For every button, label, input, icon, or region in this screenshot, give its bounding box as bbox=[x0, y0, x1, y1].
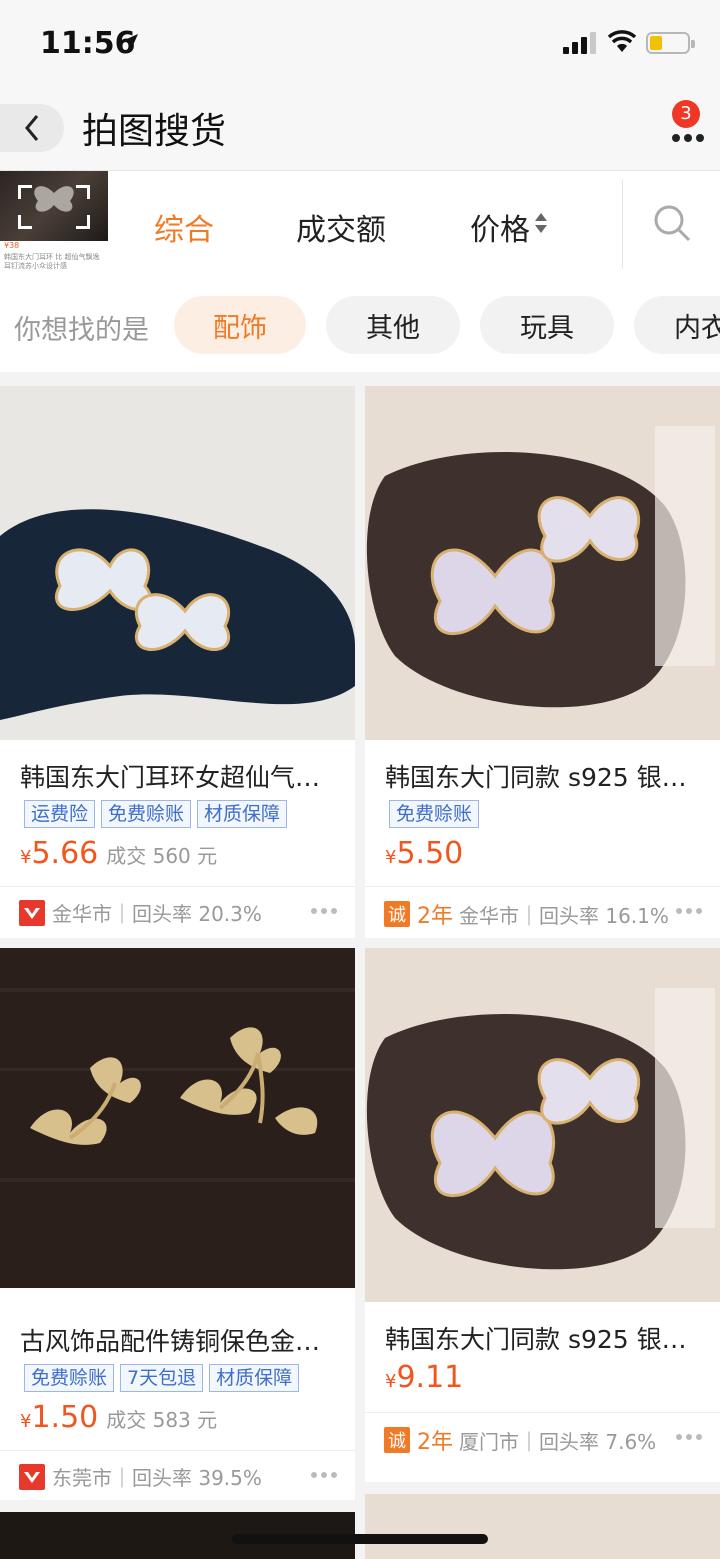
tag-free-credit: 免费赊账 bbox=[24, 1364, 115, 1392]
tag-freight-insurance: 运费险 bbox=[24, 800, 96, 828]
product-price: ¥1.50 成交 583 元 bbox=[20, 1400, 217, 1435]
shop-badge-icon bbox=[18, 1463, 46, 1491]
search-image-thumbnail[interactable]: ¥38 韩国东大门耳环 比 超仙气飘逸耳钉流苏小众设计感 bbox=[0, 171, 108, 275]
sort-tab-price[interactable]: 价格 bbox=[470, 205, 530, 249]
filter-chip-accessories[interactable]: 配饰 bbox=[174, 296, 306, 354]
status-bar: 11:56 bbox=[0, 0, 720, 88]
product-price: ¥9.11 bbox=[385, 1360, 463, 1395]
shop-years: 2年 bbox=[417, 1430, 453, 1455]
filter-chip-other[interactable]: 其他 bbox=[326, 296, 460, 354]
product-title: 韩国东大门同款 s925 银… bbox=[385, 763, 687, 792]
product-card[interactable]: 韩国东大门同款 s925 银… 免费赊账 ¥5.50 诚 2年 金华市｜回头率 … bbox=[365, 386, 720, 938]
currency-symbol: ¥ bbox=[20, 847, 32, 868]
battery-icon bbox=[646, 32, 695, 54]
product-title: 韩国东大门同款 s925 银… bbox=[385, 1325, 687, 1354]
sort-arrows-icon bbox=[535, 213, 547, 233]
divider bbox=[0, 1450, 355, 1451]
cellular-signal-icon bbox=[563, 32, 599, 54]
sort-tab-volume[interactable]: 成交额 bbox=[296, 205, 386, 249]
product-card[interactable]: 韩国东大门同款 s925 银… ¥9.11 诚 2年 厦门市｜回头率 7.6% bbox=[365, 948, 720, 1482]
location-arrow-icon bbox=[122, 34, 138, 50]
filter-chip-underwear[interactable]: 内衣 bbox=[634, 296, 720, 354]
product-image bbox=[0, 386, 355, 740]
shop-info[interactable]: 诚 2年 厦门市｜回头率 7.6% bbox=[383, 1424, 656, 1456]
search-icon[interactable] bbox=[652, 203, 692, 243]
product-card[interactable]: 韩国东大门耳环女超仙气… 运费险 免费赊账 材质保障 ¥5.66 成交 560 元… bbox=[0, 386, 355, 938]
more-options-icon[interactable] bbox=[311, 908, 337, 914]
price-value: 5.66 bbox=[31, 836, 99, 871]
currency-symbol: ¥ bbox=[385, 847, 397, 868]
thumb-caption: 韩国东大门耳环 比 超仙气飘逸耳钉流苏小众设计感 bbox=[4, 253, 100, 270]
product-card[interactable]: 古风饰品配件铸铜保色金… 免费赊账 7天包退 材质保障 ¥1.50 成交 583 … bbox=[0, 948, 355, 1500]
product-card[interactable] bbox=[365, 1494, 720, 1559]
svg-text:诚: 诚 bbox=[388, 1431, 406, 1452]
product-image bbox=[365, 948, 720, 1302]
product-title: 古风饰品配件铸铜保色金… bbox=[20, 1327, 321, 1356]
divider bbox=[622, 179, 623, 269]
page-title: 拍图搜货 bbox=[82, 111, 227, 152]
shop-location-rate: 金华市｜回头率 16.1% bbox=[459, 903, 669, 928]
product-title: 韩国东大门耳环女超仙气… bbox=[20, 763, 321, 792]
more-options-icon[interactable] bbox=[676, 1434, 702, 1440]
filter-row: 你想找的是 配饰 其他 玩具 内衣 bbox=[0, 276, 720, 372]
more-options-icon[interactable] bbox=[311, 1472, 337, 1478]
shop-location-rate: 金华市｜回头率 20.3% bbox=[52, 902, 262, 926]
more-dots-icon bbox=[672, 134, 704, 142]
more-menu-button[interactable]: 3 bbox=[668, 100, 708, 144]
divider bbox=[0, 886, 355, 887]
shop-badge-icon bbox=[18, 899, 46, 927]
sort-tab-comprehensive[interactable]: 综合 bbox=[154, 205, 214, 249]
shop-location-rate: 东莞市｜回头率 39.5% bbox=[52, 1466, 262, 1490]
tag-7day-return: 7天包退 bbox=[120, 1364, 204, 1392]
tag-material-guarantee: 材质保障 bbox=[197, 800, 288, 828]
shop-info[interactable]: 金华市｜回头率 20.3% bbox=[18, 898, 262, 927]
divider bbox=[365, 1412, 720, 1413]
integrity-badge-icon: 诚 bbox=[383, 1426, 411, 1454]
product-tags: 运费险 免费赊账 材质保障 bbox=[24, 800, 288, 828]
divider bbox=[365, 886, 720, 887]
chevron-left-icon bbox=[25, 115, 39, 141]
product-tags: 免费赊账 7天包退 材质保障 bbox=[24, 1364, 300, 1392]
back-button[interactable] bbox=[0, 104, 64, 152]
shop-years: 2年 bbox=[417, 904, 453, 929]
price-value: 5.50 bbox=[396, 836, 464, 871]
wifi-icon bbox=[607, 30, 637, 52]
more-options-icon[interactable] bbox=[676, 908, 702, 914]
tag-free-credit: 免费赊账 bbox=[101, 800, 192, 828]
sort-bar: ¥38 韩国东大门耳环 比 超仙气飘逸耳钉流苏小众设计感 综合 成交额 价格 bbox=[0, 170, 720, 276]
search-image bbox=[0, 171, 108, 241]
shop-info[interactable]: 东莞市｜回头率 39.5% bbox=[18, 1462, 262, 1491]
filter-chip-toys[interactable]: 玩具 bbox=[480, 296, 614, 354]
thumb-price: ¥38 bbox=[4, 241, 20, 250]
deal-volume: 成交 583 元 bbox=[106, 1408, 218, 1432]
product-tags: 免费赊账 bbox=[389, 800, 480, 828]
product-image bbox=[0, 948, 355, 1288]
shop-info[interactable]: 诚 2年 金华市｜回头率 16.1% bbox=[383, 898, 669, 930]
product-image bbox=[365, 386, 720, 740]
product-price: ¥5.50 bbox=[385, 836, 463, 871]
filter-label: 你想找的是 bbox=[14, 315, 149, 346]
product-price: ¥5.66 成交 560 元 bbox=[20, 836, 217, 871]
svg-text:诚: 诚 bbox=[388, 905, 406, 926]
shop-location-rate: 厦门市｜回头率 7.6% bbox=[459, 1429, 657, 1454]
price-value: 9.11 bbox=[396, 1360, 464, 1395]
notification-badge: 3 bbox=[672, 100, 700, 128]
deal-volume: 成交 560 元 bbox=[106, 844, 218, 868]
tag-material-guarantee: 材质保障 bbox=[209, 1364, 300, 1392]
currency-symbol: ¥ bbox=[20, 1411, 32, 1432]
home-indicator bbox=[232, 1534, 488, 1544]
price-value: 1.50 bbox=[31, 1400, 99, 1435]
currency-symbol: ¥ bbox=[385, 1371, 397, 1392]
integrity-badge-icon: 诚 bbox=[383, 900, 411, 928]
tag-free-credit: 免费赊账 bbox=[389, 800, 480, 828]
nav-bar: 拍图搜货 3 bbox=[0, 88, 720, 170]
